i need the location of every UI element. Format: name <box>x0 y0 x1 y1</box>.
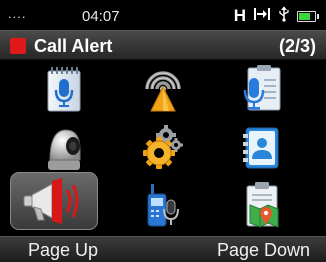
red-square-icon <box>10 38 26 54</box>
talkaround-icon <box>253 7 271 26</box>
mode-letter: H <box>233 6 246 25</box>
voice-note-icon <box>44 65 84 113</box>
menu-item-call-alert[interactable] <box>10 172 98 230</box>
signal-strength-indicator: .... <box>8 6 27 21</box>
clipboard-map-icon <box>240 181 284 231</box>
menu-grid <box>0 60 326 236</box>
menu-item-scan[interactable] <box>119 60 207 118</box>
status-bar: .... 04:07 H <box>0 0 326 28</box>
usb-icon <box>278 6 290 27</box>
menu-item-voice-note[interactable] <box>20 60 108 118</box>
radio-voice-icon <box>143 182 183 230</box>
title-bar: Call Alert (2/3) <box>0 30 326 60</box>
page-indicator: (2/3) <box>278 36 316 56</box>
softkey-bar: Page Up Page Down <box>0 236 326 262</box>
page-up-softkey[interactable]: Page Up <box>28 240 98 261</box>
call-alert-megaphone-icon <box>22 176 86 226</box>
voice-record-notes-icon <box>240 64 284 114</box>
camera-icon <box>42 124 86 172</box>
menu-item-settings[interactable] <box>119 119 207 177</box>
contacts-icon <box>240 124 284 172</box>
menu-item-contacts[interactable] <box>218 119 306 177</box>
menu-item-radio-voice[interactable] <box>119 177 207 235</box>
status-icons: H <box>233 6 319 27</box>
settings-gear-icon <box>140 125 186 171</box>
scan-signal-icon <box>139 65 187 113</box>
page-title: Call Alert <box>34 36 113 56</box>
clock: 04:07 <box>82 8 120 25</box>
menu-item-camera[interactable] <box>20 119 108 177</box>
menu-item-clipboard-map[interactable] <box>218 177 306 235</box>
menu-item-voice-record-notes[interactable] <box>218 60 306 118</box>
battery-icon <box>297 10 319 22</box>
page-down-softkey[interactable]: Page Down <box>217 240 310 261</box>
